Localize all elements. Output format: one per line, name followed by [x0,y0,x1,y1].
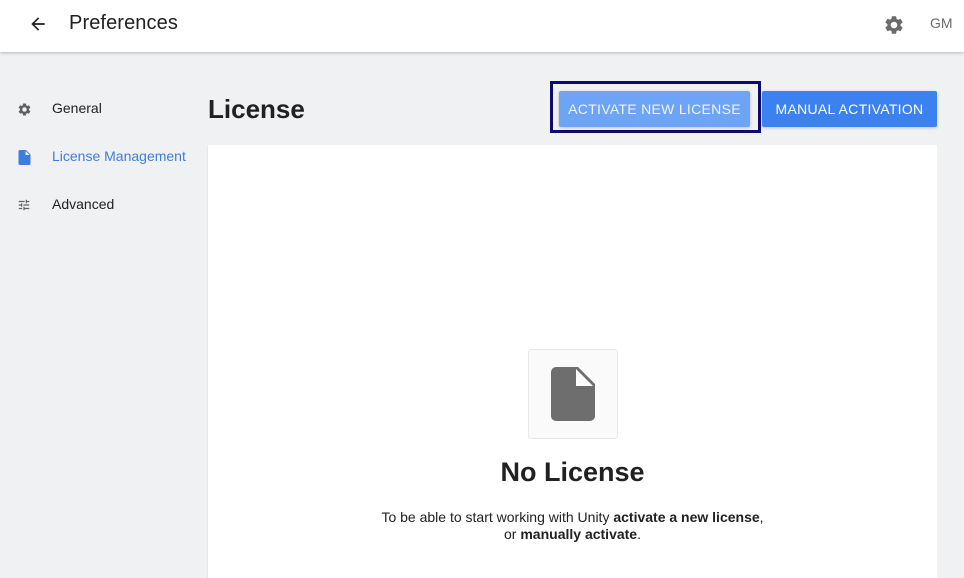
sidebar-item-label: License Management [52,148,186,164]
arrow-left-icon [31,17,45,31]
file-icon [16,149,32,165]
sidebar-item-license-management[interactable]: License Management [0,133,200,181]
manually-activate-link[interactable]: manually activate [520,526,637,542]
scrollbar-track[interactable] [937,145,964,578]
file-icon [551,367,595,421]
gear-icon [16,101,32,117]
sidebar: General License Management Advanced [0,85,200,229]
empty-state-description: To be able to start working with Unity a… [208,509,937,543]
empty-state-icon-box [528,349,618,439]
app-title: Preferences [69,12,178,34]
settings-button[interactable] [882,13,906,37]
back-button[interactable] [26,12,50,36]
activate-new-license-button[interactable]: ACTIVATE NEW LICENSE [559,91,750,127]
sidebar-item-advanced[interactable]: Advanced [0,181,200,229]
sidebar-item-label: Advanced [52,196,115,212]
top-app-bar: Preferences GM [0,0,964,52]
gear-icon [885,16,903,34]
sliders-icon [16,197,32,213]
page-title: License [208,94,305,124]
desc-text: or [504,526,521,542]
sidebar-item-general[interactable]: General [0,85,200,133]
manual-activation-button[interactable]: MANUAL ACTIVATION [762,91,937,127]
sidebar-item-label: General [52,100,102,116]
desc-text: , [759,509,764,525]
desc-text: To be able to start working with Unity [381,509,614,525]
license-card: No License To be able to start working w… [208,145,937,578]
empty-state-title: No License [500,457,645,487]
activate-new-license-link[interactable]: activate a new license [613,509,759,525]
user-avatar[interactable]: GM [930,15,964,35]
desc-text: . [637,526,641,542]
